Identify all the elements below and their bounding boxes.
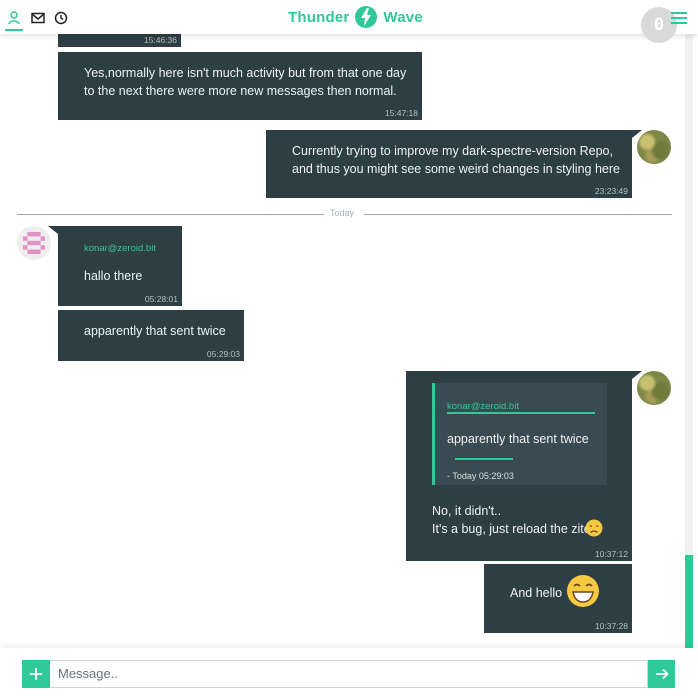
quoted-text: apparently that sent twice	[447, 432, 589, 446]
plus-icon	[30, 668, 42, 680]
message-bubble-own: konar@zeroid.bit apparently that sent tw…	[406, 371, 632, 561]
send-button[interactable]	[648, 660, 675, 688]
scrollbar-thumb[interactable]	[685, 555, 693, 648]
avatar[interactable]	[637, 371, 671, 405]
top-header: Thunder Wave	[0, 0, 698, 34]
message-time: 05:28:01	[144, 294, 178, 304]
app-logo[interactable]: Thunder Wave	[288, 5, 423, 29]
message-time: 10:37:12	[594, 549, 628, 559]
message-text: Yes,normally here isn't much activity bu…	[84, 66, 407, 98]
mail-icon[interactable]	[30, 10, 46, 26]
message-bubble-own: Currently trying to improve my dark-spec…	[266, 130, 632, 198]
arrow-right-icon	[656, 668, 669, 680]
message-bubble: Yes,normally here isn't much activity bu…	[58, 52, 422, 120]
quote-separator	[447, 412, 595, 414]
message-bubble: apparently that sent twice 05:29:03	[58, 310, 244, 361]
message-text: It's a bug, just reload the zite	[432, 522, 591, 536]
active-tab-indicator	[5, 29, 23, 31]
grinning-face-emoji	[567, 575, 599, 607]
message-time: 05:29:03	[206, 349, 240, 359]
message-text: hallo there	[84, 269, 143, 283]
divider-line	[17, 214, 324, 215]
date-divider-label: Today	[330, 208, 355, 218]
quote-separator	[455, 458, 513, 460]
divider-line	[364, 214, 672, 215]
quoted-message[interactable]: konar@zeroid.bit apparently that sent tw…	[432, 383, 607, 485]
message-time: 23:23:49	[594, 186, 628, 196]
user-icon[interactable]	[6, 10, 22, 26]
add-attachment-button[interactable]	[22, 660, 50, 688]
bubble-tail	[48, 226, 58, 234]
quoted-meta: - Today 05:29:03	[447, 471, 514, 481]
identicon-icon	[23, 232, 45, 254]
message-bubble: konar@zeroid.bit hallo there 05:28:01	[58, 226, 182, 306]
message-text: apparently that sent twice	[84, 324, 226, 338]
sender-name[interactable]: konar@zeroid.bit	[84, 240, 156, 258]
disappointed-face-emoji	[585, 519, 603, 537]
message-time: 15:46:36	[143, 35, 177, 45]
avatar[interactable]	[17, 226, 51, 260]
bolt-icon	[355, 6, 378, 28]
message-text: Currently trying to improve my dark-spec…	[292, 144, 620, 176]
message-time: 10:37:28	[594, 621, 628, 631]
logo-text-right: Wave	[383, 8, 423, 26]
message-text: No, it didn't..	[432, 504, 502, 518]
message-time: 15:47:18	[384, 108, 418, 118]
logo-text-left: Thunder	[288, 8, 350, 26]
avatar[interactable]	[637, 130, 671, 164]
message-text: And hello	[510, 586, 563, 600]
clock-icon[interactable]	[53, 10, 69, 26]
message-input[interactable]	[50, 660, 648, 688]
hamburger-menu-icon[interactable]	[671, 11, 687, 25]
message-bubble-own: And hello 10:37:28	[484, 564, 632, 633]
